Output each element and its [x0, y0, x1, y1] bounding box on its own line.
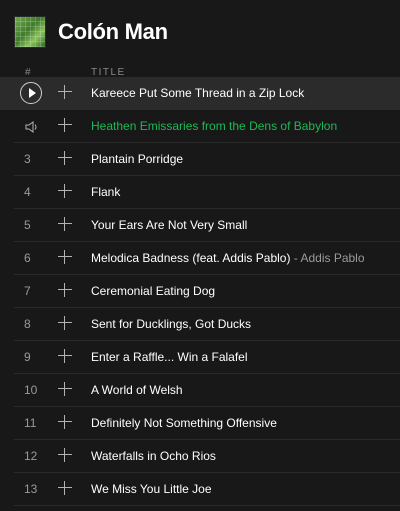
track-row[interactable]: 5 Your Ears Are Not Very Small [0, 209, 400, 242]
add-icon[interactable] [58, 217, 72, 231]
track-title: Plantain Porridge [91, 152, 184, 166]
add-icon[interactable] [58, 151, 72, 165]
track-title: Sent for Ducklings, Got Ducks [91, 317, 252, 331]
track-row[interactable]: 9 Enter a Raffle... Win a Falafel [0, 341, 400, 374]
add-icon[interactable] [58, 481, 72, 495]
track-row[interactable]: Heathen Emissaries from the Dens of Baby… [0, 110, 400, 143]
track-title: Heathen Emissaries from the Dens of Baby… [91, 119, 338, 133]
track-row[interactable]: 10 A World of Welsh [0, 374, 400, 407]
add-icon[interactable] [58, 316, 72, 330]
track-number: 8 [24, 317, 31, 331]
album-header: Colón Man [0, 0, 400, 62]
add-icon[interactable] [58, 448, 72, 462]
add-icon[interactable] [58, 382, 72, 396]
track-number: 6 [24, 251, 31, 265]
track-row[interactable]: 12 Waterfalls in Ocho Rios [0, 440, 400, 473]
add-icon[interactable] [58, 184, 72, 198]
track-number: 11 [24, 416, 37, 430]
featured-artist-link[interactable]: Addis Pablo [300, 251, 364, 265]
track-number: 4 [24, 185, 31, 199]
track-title: Flank [91, 185, 121, 199]
track-title-text: Melodica Badness (feat. Addis Pablo) [91, 251, 291, 265]
track-title: Waterfalls in Ocho Rios [91, 449, 216, 463]
add-icon[interactable] [58, 349, 72, 363]
track-title: Ceremonial Eating Dog [91, 284, 216, 298]
track-row[interactable]: 6 Melodica Badness (feat. Addis Pablo) -… [0, 242, 400, 275]
track-number: 13 [24, 482, 38, 496]
track-title: Your Ears Are Not Very Small [91, 218, 248, 232]
play-icon[interactable] [20, 82, 42, 104]
track-number: 10 [24, 383, 38, 397]
track-number: 5 [24, 218, 31, 232]
track-number: 7 [24, 284, 31, 298]
add-icon[interactable] [58, 283, 72, 297]
track-row[interactable]: 8 Sent for Ducklings, Got Ducks [0, 308, 400, 341]
track-number: 12 [24, 449, 38, 463]
track-number: 9 [24, 350, 31, 364]
track-row[interactable]: 13 We Miss You Little Joe [0, 473, 400, 506]
track-title: We Miss You Little Joe [91, 482, 212, 496]
track-title: Melodica Badness (feat. Addis Pablo) - A… [91, 242, 365, 275]
album-art[interactable] [14, 16, 46, 48]
add-icon[interactable] [58, 250, 72, 264]
track-row[interactable]: 7 Ceremonial Eating Dog [0, 275, 400, 308]
track-number: 3 [24, 152, 31, 166]
row-divider [14, 505, 400, 506]
track-row[interactable]: 4 Flank [0, 176, 400, 209]
track-title: A World of Welsh [91, 383, 183, 397]
track-row[interactable]: Kareece Put Some Thread in a Zip Lock [0, 77, 400, 110]
track-title: Enter a Raffle... Win a Falafel [91, 350, 248, 364]
add-icon[interactable] [58, 415, 72, 429]
track-row[interactable]: 3 Plantain Porridge [0, 143, 400, 176]
speaker-icon [25, 121, 37, 133]
track-list: Kareece Put Some Thread in a Zip Lock He… [0, 77, 400, 506]
add-icon[interactable] [58, 85, 72, 99]
featured-separator: - [290, 251, 301, 265]
add-icon[interactable] [58, 118, 72, 132]
track-title: Kareece Put Some Thread in a Zip Lock [91, 86, 305, 100]
album-title: Colón Man [58, 19, 168, 44]
track-title: Definitely Not Something Offensive [91, 416, 277, 430]
track-row[interactable]: 11 Definitely Not Something Offensive [0, 407, 400, 440]
